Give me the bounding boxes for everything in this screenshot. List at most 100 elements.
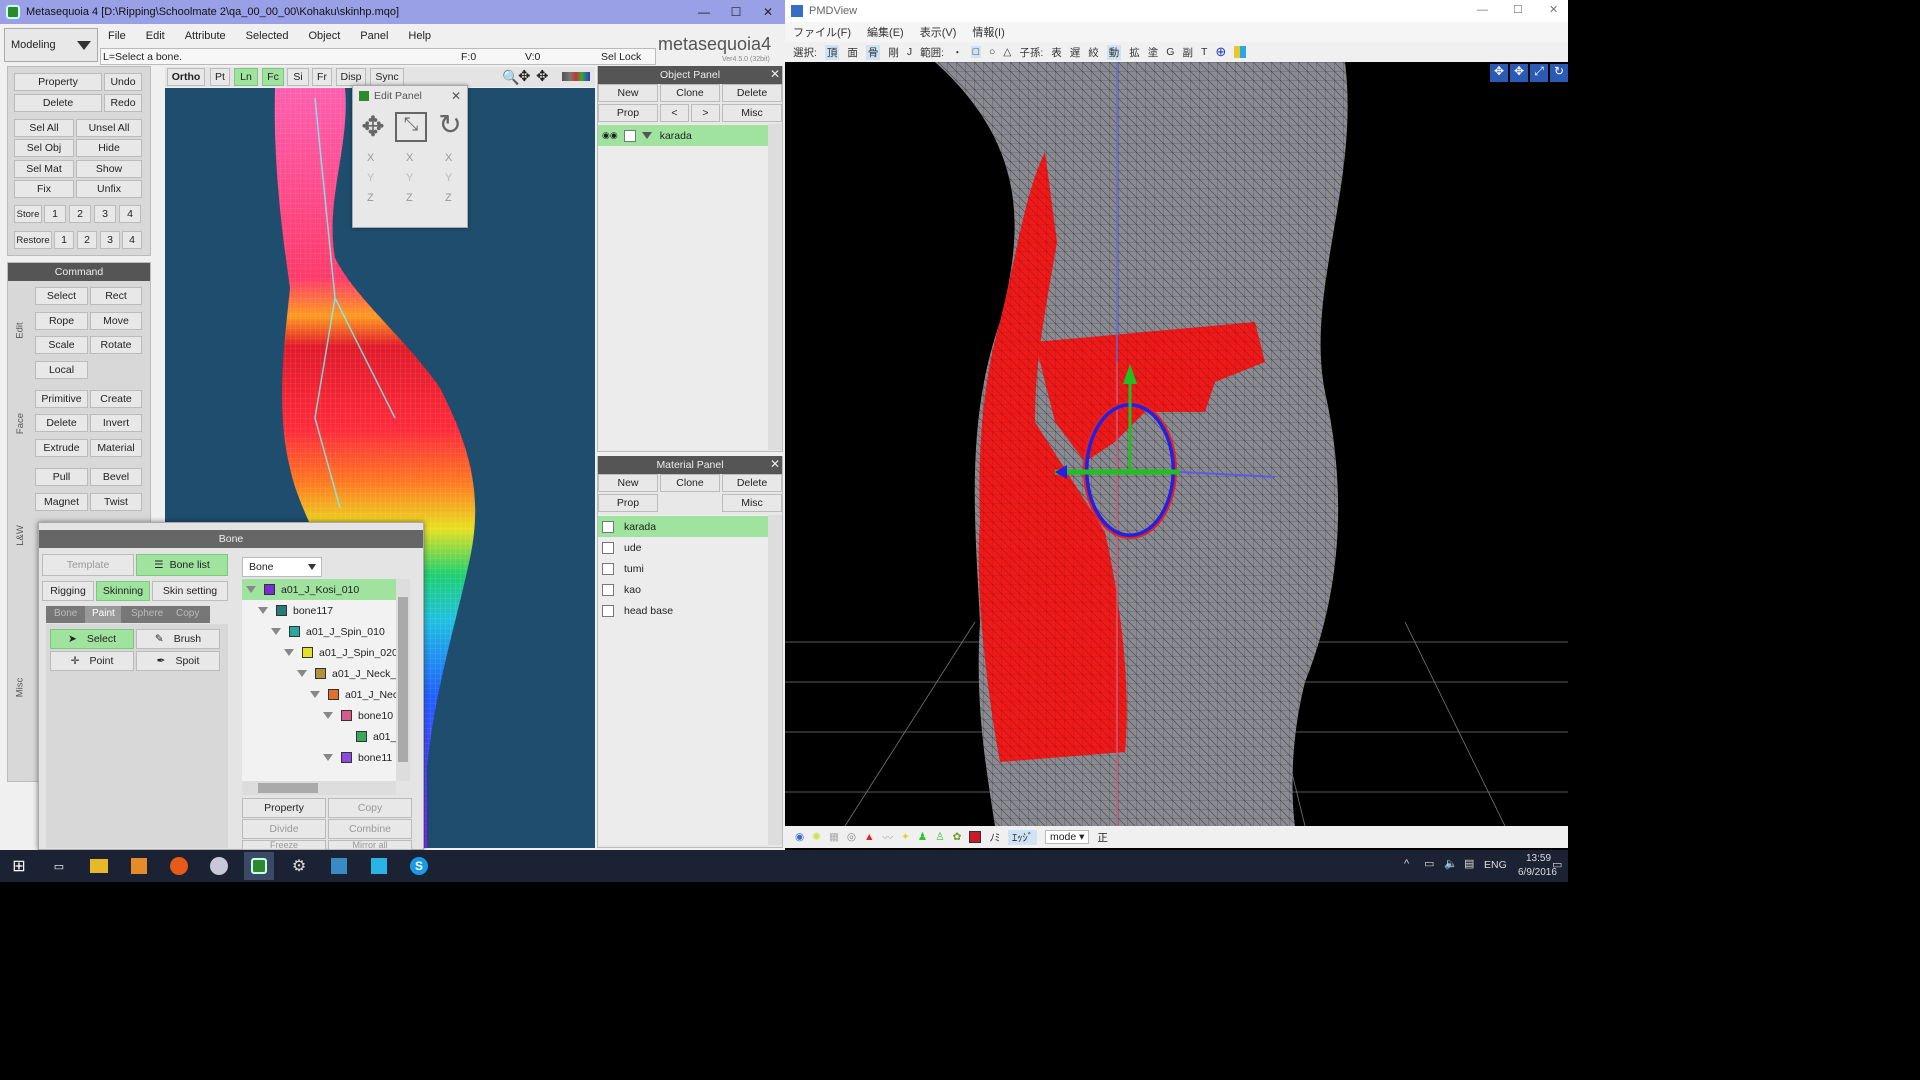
local-command-button[interactable]: Local	[35, 361, 88, 379]
metasequoia-task-icon[interactable]	[244, 852, 274, 880]
pan-view-icon[interactable]: ✥	[1490, 64, 1508, 82]
axis-x-1[interactable]: X	[367, 152, 374, 164]
menu-view-jp[interactable]: 表示(V)	[912, 24, 965, 40]
expand-arrow-icon[interactable]	[641, 132, 652, 139]
edit-panel-close-icon[interactable]: ✕	[451, 89, 461, 103]
move-command-button[interactable]: Move	[90, 312, 142, 330]
media-player-icon[interactable]	[124, 852, 154, 880]
menu-edit[interactable]: Edit	[136, 30, 175, 42]
rotate-command-button[interactable]: Rotate	[90, 336, 142, 354]
axis-y-1[interactable]: Y	[367, 172, 374, 184]
material-scrollbar[interactable]	[768, 515, 782, 845]
volume-icon[interactable]: 🔈	[1444, 857, 1458, 870]
face-view-button[interactable]: Fc	[262, 68, 284, 86]
extrude-command-button[interactable]: Extrude	[35, 439, 88, 457]
firefox-icon[interactable]	[164, 852, 194, 880]
property-button[interactable]: Property	[14, 73, 102, 91]
move-view-icon[interactable]: ✥	[1510, 64, 1528, 82]
paint-spoit-button[interactable]: ✒ Spoit	[136, 651, 220, 671]
zoom-icon[interactable]: 🔍	[502, 69, 519, 86]
paint-point-button[interactable]: ✛ Point	[50, 651, 134, 671]
app-gear-icon[interactable]: ⚙	[284, 852, 314, 880]
axis-z-1[interactable]: Z	[367, 192, 374, 204]
toolbar-shibo-button[interactable]: 絞	[1088, 45, 1099, 60]
start-button[interactable]: ⊞	[4, 852, 34, 880]
object-prop-button[interactable]: Prop	[598, 104, 658, 122]
collapse-arrow-icon[interactable]	[323, 712, 333, 719]
rotate-view-icon[interactable]: ↻	[1550, 64, 1568, 82]
material-row-karada[interactable]: karada	[598, 516, 768, 537]
pull-command-button[interactable]: Pull	[35, 468, 88, 486]
line-view-button[interactable]: Ln	[234, 68, 258, 86]
object-scrollbar[interactable]	[768, 124, 782, 450]
bone-property-button[interactable]: Property	[242, 798, 326, 818]
mode-dropdown[interactable]: mode ▾	[1044, 830, 1090, 844]
material-panel-close-icon[interactable]: ✕	[770, 457, 780, 471]
toolbar-g-button[interactable]: G	[1166, 46, 1174, 58]
gizmo-toggle-icon[interactable]: ⊕	[1215, 44, 1226, 60]
rect-command-button[interactable]: Rect	[90, 287, 142, 305]
material-command-button[interactable]: Material	[90, 439, 142, 457]
system-tray-chevron-icon[interactable]: ^	[1404, 858, 1409, 870]
toolbar-circle-button[interactable]: ○	[989, 46, 995, 58]
scale-command-button[interactable]: Scale	[35, 336, 88, 354]
bone-freeze-button[interactable]: Freeze	[242, 840, 326, 850]
delete-command-button[interactable]: Delete	[35, 414, 88, 432]
collapse-arrow-icon[interactable]	[246, 586, 256, 593]
skin-setting-button[interactable]: Skin setting	[152, 581, 228, 601]
skype-icon[interactable]: S	[404, 852, 434, 880]
bone-tree-item[interactable]: a01_J_Neck_0	[297, 663, 396, 684]
object-new-button[interactable]: New	[598, 84, 658, 102]
collapse-arrow-icon[interactable]	[323, 754, 333, 761]
language-indicator[interactable]: ENG	[1484, 859, 1507, 871]
network-icon[interactable]: ▭	[1424, 857, 1434, 870]
app-blue-icon[interactable]	[364, 852, 394, 880]
show-button[interactable]: Show	[76, 160, 142, 178]
hide-button[interactable]: Hide	[76, 139, 142, 157]
template-button[interactable]: Template	[42, 554, 134, 576]
store-3-button[interactable]: 3	[94, 205, 116, 223]
visibility-eye-icon[interactable]: ◉◉	[602, 130, 618, 141]
menu-file[interactable]: File	[98, 30, 136, 42]
action-center-icon[interactable]: ▭	[1552, 858, 1562, 871]
sel-obj-button[interactable]: Sel Obj	[14, 139, 74, 157]
figure-alt-icon[interactable]: ♙	[935, 831, 944, 843]
material-new-button[interactable]: New	[598, 474, 658, 492]
material-checkbox[interactable]	[602, 562, 614, 575]
clock-time[interactable]: 13:59	[1526, 853, 1551, 864]
fix-button[interactable]: Fix	[14, 180, 74, 198]
menu-object[interactable]: Object	[298, 30, 350, 42]
collapse-arrow-icon[interactable]	[284, 649, 294, 656]
pmdview-close-button[interactable]: ✕	[1549, 3, 1558, 16]
toolbar-rigid-button[interactable]: 剛	[888, 45, 899, 60]
bone-tree-item[interactable]: a01_J_Kosi_010	[242, 579, 396, 600]
invert-command-button[interactable]: Invert	[90, 414, 142, 432]
mode-dropdown[interactable]: Modeling	[4, 28, 98, 62]
bone-copy-button[interactable]: Copy	[328, 798, 412, 818]
sel-all-button[interactable]: Sel All	[14, 119, 74, 137]
shape-icon[interactable]: ✿	[953, 831, 962, 843]
menu-help[interactable]: Help	[398, 30, 441, 42]
bone-tree-vscrollbar[interactable]	[396, 579, 410, 781]
object-row-karada[interactable]: ◉◉ karada	[598, 125, 768, 146]
toolbar-oso-button[interactable]: 遅	[1070, 45, 1081, 60]
magnet-command-button[interactable]: Magnet	[35, 493, 88, 511]
store-2-button[interactable]: 2	[69, 205, 91, 223]
grid-toggle-icon[interactable]	[1234, 46, 1247, 58]
object-misc-button[interactable]: Misc	[722, 104, 782, 122]
toolbar-paint-button[interactable]: 塗	[1148, 45, 1159, 60]
bone-mirror-all-button[interactable]: Mirror all	[328, 840, 412, 850]
silhouette-view-button[interactable]: Si	[287, 68, 309, 86]
axis-y-2[interactable]: Y	[406, 172, 413, 184]
menu-panel[interactable]: Panel	[350, 30, 398, 42]
store-button[interactable]: Store	[14, 205, 42, 223]
light-icon[interactable]: ✺	[812, 831, 821, 843]
toolbar-rect-button[interactable]: □	[970, 46, 981, 58]
pmdview-minimize-button[interactable]: —	[1477, 4, 1488, 16]
material-delete-button[interactable]: Delete	[722, 474, 782, 492]
bone-filter-dropdown[interactable]: Bone	[242, 557, 322, 577]
zoom-view-icon[interactable]: ⤢	[1530, 64, 1548, 82]
paint-app-icon[interactable]	[204, 852, 234, 880]
bone-tree-item[interactable]: bone10	[323, 705, 393, 726]
move-tool-icon[interactable]: ✥	[356, 110, 390, 144]
